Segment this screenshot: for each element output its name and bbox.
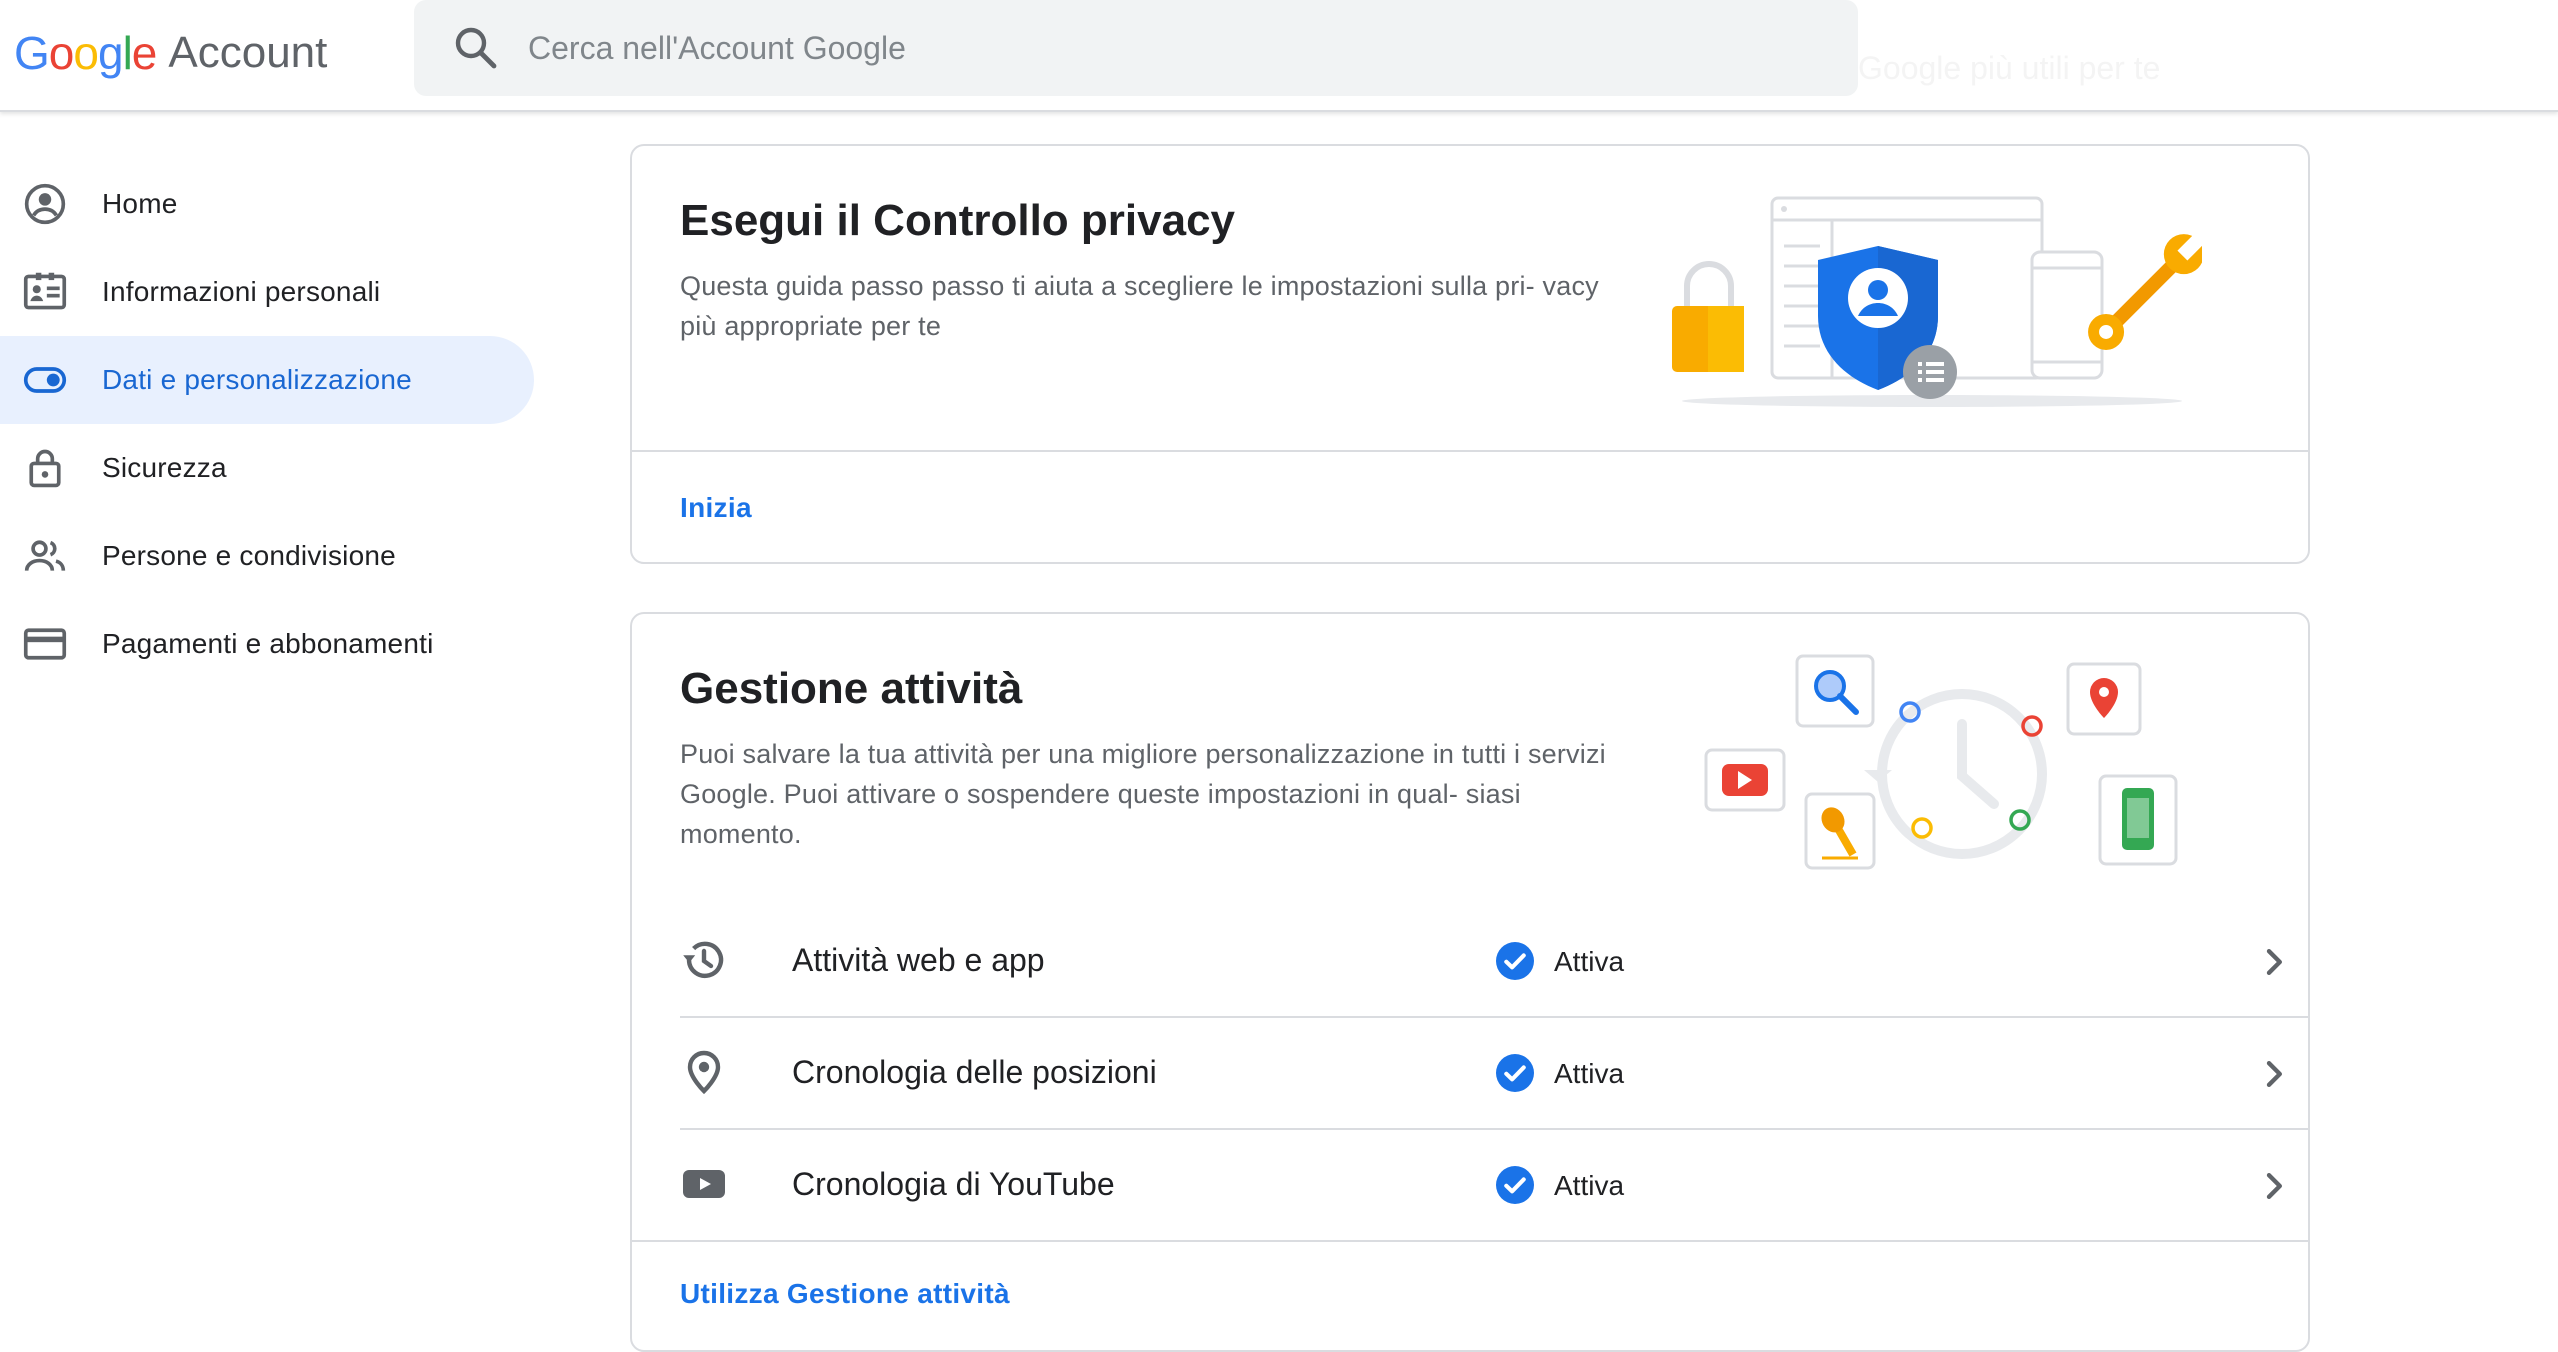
id-card-icon	[23, 272, 67, 310]
sidebar-item-personal-info[interactable]: Informazioni personali	[0, 248, 534, 336]
start-privacy-checkup-link[interactable]: Inizia	[680, 492, 752, 524]
chevron-right-icon[interactable]	[2254, 1166, 2294, 1206]
search-icon[interactable]	[452, 24, 500, 72]
sidebar-item-label: Persone e condivisione	[102, 540, 396, 571]
sidebar-item-label: Informazioni personali	[102, 276, 381, 307]
activity-controls-card: Gestione attività Puoi salvare la tua at…	[630, 612, 2310, 1352]
card-divider	[632, 450, 2308, 452]
activity-row-location-history[interactable]: Cronologia delle posizioni Attiva	[680, 1018, 2308, 1130]
card-divider	[632, 1240, 2308, 1242]
search-bar[interactable]	[414, 0, 1858, 96]
activity-label: Cronologia delle posizioni	[792, 1054, 1157, 1090]
lock-icon	[29, 449, 61, 488]
check-circle-icon	[1496, 942, 1534, 980]
sidebar-item-data-personalization[interactable]: Dati e personalizzazione	[0, 336, 534, 424]
check-circle-icon	[1496, 1054, 1534, 1092]
card-description: Puoi salvare la tua attività per una mig…	[680, 739, 1606, 849]
youtube-icon	[683, 1170, 725, 1198]
sidebar-item-security[interactable]: Sicurezza	[0, 424, 534, 512]
card-title: Gestione attività	[680, 664, 1023, 713]
activity-status: Attiva	[1554, 1170, 1625, 1201]
sidebar-item-payments[interactable]: Pagamenti e abbonamenti	[0, 600, 534, 688]
privacy-illustration	[1672, 196, 2202, 407]
use-activity-controls-link[interactable]: Utilizza Gestione attività	[680, 1278, 1010, 1310]
check-circle-icon	[1496, 1166, 1534, 1204]
chevron-right-icon[interactable]	[2254, 1054, 2294, 1094]
activity-status: Attiva	[1554, 1058, 1625, 1089]
activity-illustration	[1704, 654, 2178, 870]
location-pin-icon	[687, 1050, 721, 1095]
activity-status: Attiva	[1554, 946, 1625, 977]
sidebar-item-label: Home	[102, 188, 178, 219]
chevron-right-icon[interactable]	[2254, 942, 2294, 982]
search-input[interactable]	[528, 18, 1828, 78]
product-name: Account	[168, 28, 328, 77]
card-title: Esegui il Controllo privacy	[680, 196, 1236, 245]
sidebar-item-label: Pagamenti e abbonamenti	[102, 628, 434, 659]
google-account-logo[interactable]: Google Account	[14, 18, 327, 88]
sidebar-item-label: Sicurezza	[102, 452, 227, 483]
activity-row-youtube-history[interactable]: Cronologia di YouTube Attiva	[680, 1130, 2308, 1242]
sidebar-item-people-sharing[interactable]: Persone e condivisione	[0, 512, 534, 600]
activity-label: Cronologia di YouTube	[792, 1166, 1115, 1202]
top-bar: Google Account Google più utili per te	[0, 0, 2558, 112]
card-description: Questa guida passo passo ti aiuta a sceg…	[680, 271, 1599, 341]
activity-label: Attività web e app	[792, 942, 1045, 978]
history-icon	[683, 941, 724, 978]
sidebar-item-label: Dati e personalizzazione	[102, 364, 412, 395]
activity-row-web-app[interactable]: Attività web e app Attiva	[680, 906, 2308, 1018]
people-icon	[24, 540, 66, 571]
sidebar-item-home[interactable]: Home	[0, 160, 534, 248]
account-circle-icon	[24, 183, 66, 225]
google-logo-word: Google	[14, 27, 157, 79]
credit-card-icon	[23, 628, 67, 660]
header-ghost-text: Google più utili per te	[1858, 50, 2161, 86]
privacy-checkup-card: Esegui il Controllo privacy Questa guida…	[630, 144, 2310, 564]
toggle-icon	[23, 367, 67, 393]
sidebar-nav: Home Informazioni personali Dati e perso…	[0, 160, 540, 688]
